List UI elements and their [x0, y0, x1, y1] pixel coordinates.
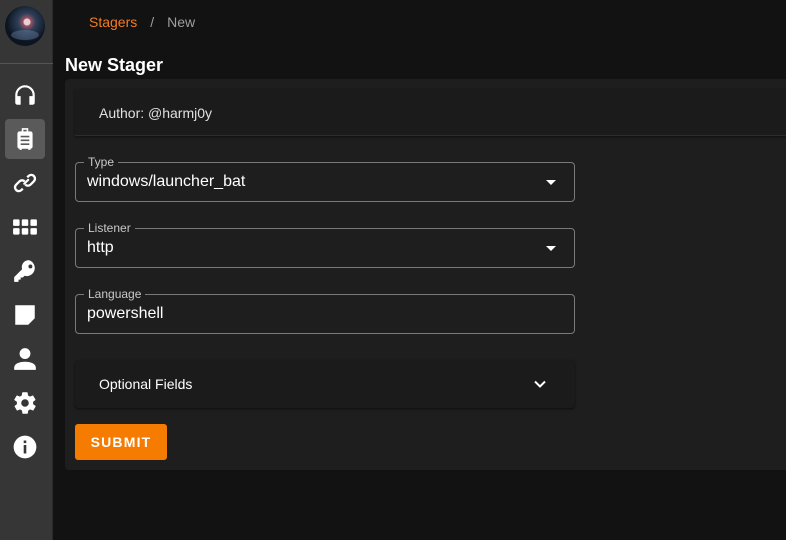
dropdown-arrow-icon: [546, 246, 556, 251]
link-icon: [13, 173, 37, 193]
sidebar: [0, 0, 53, 540]
author-info: Author: @harmj0y: [75, 89, 786, 136]
listener-select[interactable]: Listener http: [75, 221, 575, 268]
sidebar-item-modules[interactable]: [5, 207, 45, 247]
info-icon: [13, 435, 37, 459]
gear-icon: [14, 392, 36, 414]
listener-value: http: [87, 239, 114, 256]
breadcrumb: Stagers / New: [89, 14, 195, 30]
type-label: Type: [84, 155, 119, 169]
key-icon: [14, 260, 35, 282]
breadcrumb-separator: /: [150, 14, 155, 30]
sidebar-item-about[interactable]: [5, 427, 45, 467]
chevron-down-icon: [534, 380, 546, 388]
suitcase-icon: [17, 128, 33, 150]
language-field[interactable]: Language powershell: [75, 287, 575, 334]
page-title: New Stager: [65, 55, 164, 75]
sidebar-item-settings[interactable]: [5, 383, 45, 423]
sidebar-item-credentials[interactable]: [5, 251, 45, 291]
headphones-icon: [15, 85, 35, 105]
language-label: Language: [84, 287, 146, 301]
sidebar-item-reporting[interactable]: [5, 295, 45, 335]
language-value: powershell: [87, 305, 164, 322]
type-value: windows/launcher_bat: [87, 173, 246, 190]
stager-form-card: Author: @harmj0y Type windows/launcher_b…: [65, 79, 786, 470]
sidebar-item-users[interactable]: [5, 339, 45, 379]
dropdown-arrow-icon: [546, 180, 556, 185]
submit-button[interactable]: SUBMIT: [75, 424, 167, 460]
grid-icon: [13, 219, 37, 235]
breadcrumb-current: New: [167, 14, 196, 30]
app-logo[interactable]: [5, 6, 45, 46]
optional-fields-label: Optional Fields: [99, 376, 193, 392]
sidebar-item-listeners[interactable]: [5, 75, 45, 115]
breadcrumb-stagers-link[interactable]: Stagers: [89, 14, 137, 30]
sidebar-item-stagers[interactable]: [5, 119, 45, 159]
sidebar-item-agents[interactable]: [5, 163, 45, 203]
type-select[interactable]: Type windows/launcher_bat: [75, 155, 575, 202]
listener-label: Listener: [84, 221, 135, 235]
sidebar-divider: [0, 63, 53, 64]
user-icon: [14, 348, 36, 370]
optional-fields-panel[interactable]: Optional Fields: [75, 360, 575, 408]
sticky-note-icon: [15, 305, 35, 325]
